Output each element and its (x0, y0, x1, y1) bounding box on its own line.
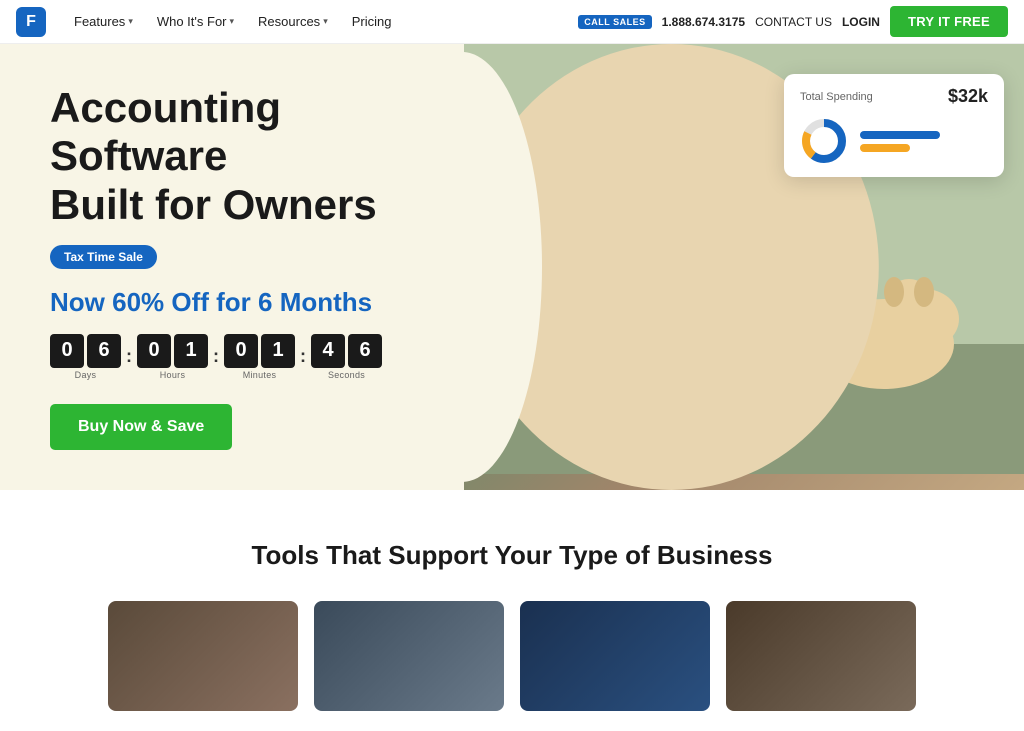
tools-section: Tools That Support Your Type of Business (0, 490, 1024, 731)
hero-heading: Accounting Software Built for Owners (50, 84, 450, 229)
phone-number[interactable]: 1.888.674.3175 (662, 15, 745, 29)
nav-who-its-for[interactable]: Who It's For ▾ (147, 8, 244, 35)
separator-1: : (126, 346, 132, 367)
chevron-down-icon: ▾ (230, 16, 235, 27)
chevron-down-icon: ▾ (323, 16, 328, 27)
tools-cards (20, 601, 1004, 711)
tool-card-2[interactable] (314, 601, 504, 711)
hero-section: Accounting Software Built for Owners Tax… (0, 44, 1024, 490)
seconds-digit-2: 6 (348, 334, 382, 368)
nav-links: Features ▾ Who It's For ▾ Resources ▾ Pr… (64, 8, 401, 35)
tool-card-4[interactable] (726, 601, 916, 711)
buy-now-button[interactable]: Buy Now & Save (50, 404, 232, 450)
login-link[interactable]: LOGIN (842, 15, 880, 29)
hours-digit-1: 0 (137, 334, 171, 368)
nav-resources[interactable]: Resources ▾ (248, 8, 338, 35)
seconds-digit-1: 4 (311, 334, 345, 368)
call-sales-badge[interactable]: CALL SALES (578, 15, 651, 29)
seconds-label: Seconds (328, 370, 365, 380)
minutes-digit-2: 1 (261, 334, 295, 368)
days-label: Days (75, 370, 97, 380)
countdown-days: 0 6 Days (50, 334, 121, 380)
hours-digit-2: 1 (174, 334, 208, 368)
logo[interactable]: F (16, 7, 46, 37)
spending-amount: $32k (948, 86, 988, 107)
donut-chart-icon (800, 117, 848, 165)
tax-sale-badge[interactable]: Tax Time Sale (50, 245, 157, 269)
minutes-label: Minutes (243, 370, 277, 380)
countdown-hours: 0 1 Hours (137, 334, 208, 380)
spending-widget: Total Spending $32k (784, 74, 1004, 177)
discount-text: Now 60% Off for 6 Months (50, 287, 450, 318)
countdown-minutes: 0 1 Minutes (224, 334, 295, 380)
hero-image: Total Spending $32k (464, 44, 1024, 490)
days-digit-2: 6 (87, 334, 121, 368)
bar-blue (860, 131, 940, 139)
minutes-digit-1: 0 (224, 334, 258, 368)
navbar: F Features ▾ Who It's For ▾ Resources ▾ … (0, 0, 1024, 44)
spending-title: Total Spending (800, 91, 873, 103)
nav-features[interactable]: Features ▾ (64, 8, 143, 35)
days-digit-1: 0 (50, 334, 84, 368)
tool-card-3[interactable] (520, 601, 710, 711)
nav-pricing[interactable]: Pricing (342, 8, 402, 35)
countdown-timer: 0 6 Days : 0 1 Hours : 0 1 (50, 334, 450, 380)
chart-bars (860, 131, 988, 152)
separator-3: : (300, 346, 306, 367)
nav-right: CALL SALES 1.888.674.3175 CONTACT US LOG… (578, 6, 1008, 37)
contact-us-link[interactable]: CONTACT US (755, 15, 832, 29)
bar-yellow (860, 144, 910, 152)
chevron-down-icon: ▾ (128, 16, 133, 27)
countdown-seconds: 4 6 Seconds (311, 334, 382, 380)
spending-chart (800, 117, 988, 165)
tool-card-1[interactable] (108, 601, 298, 711)
hero-content: Accounting Software Built for Owners Tax… (0, 44, 500, 490)
separator-2: : (213, 346, 219, 367)
hours-label: Hours (160, 370, 186, 380)
try-free-button[interactable]: TRY IT FREE (890, 6, 1008, 37)
tools-heading: Tools That Support Your Type of Business (20, 540, 1004, 571)
